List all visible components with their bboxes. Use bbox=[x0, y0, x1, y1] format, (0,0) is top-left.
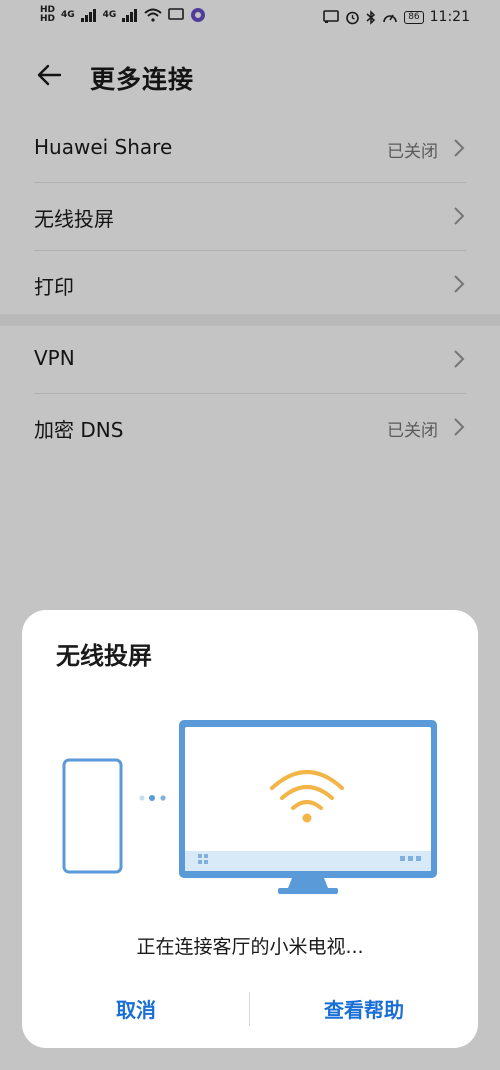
phone-icon bbox=[62, 758, 123, 874]
view-help-button[interactable]: 查看帮助 bbox=[250, 988, 478, 1032]
cancel-button[interactable]: 取消 bbox=[22, 988, 250, 1032]
connecting-dots bbox=[139, 795, 166, 801]
wireless-projection-dialog: 无线投屏 正在连接客厅的小米电视... 取消 查看帮助 bbox=[22, 610, 478, 1048]
phone-to-tv-illustration bbox=[62, 720, 437, 894]
connection-status-text: 正在连接客厅的小米电视... bbox=[136, 936, 364, 958]
tv-icon bbox=[179, 720, 437, 894]
dialog-title: 无线投屏 bbox=[56, 642, 152, 670]
dialog-actions: 取消 查看帮助 bbox=[22, 988, 478, 1038]
